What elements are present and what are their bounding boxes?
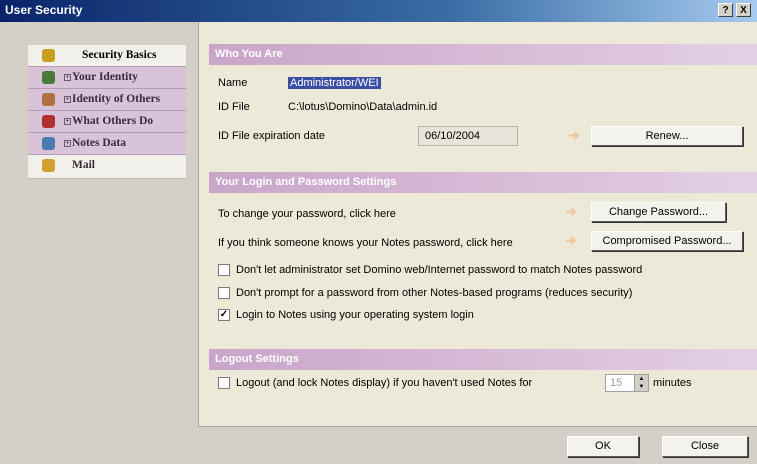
arrow-icon: ➜ — [568, 127, 580, 143]
expiration-label: ID File expiration date — [218, 130, 325, 142]
minutes-label: minutes — [653, 377, 692, 389]
checkbox-no-prompt-other-programs[interactable] — [218, 287, 230, 299]
key-icon — [42, 49, 55, 62]
checkbox-label: Don't prompt for a password from other N… — [236, 287, 633, 299]
section-logout-settings: Logout Settings — [209, 349, 757, 370]
section-login-password: Your Login and Password Settings — [209, 172, 757, 193]
sidebar-item-what-others-do[interactable]: + What Others Do — [28, 111, 186, 133]
close-button[interactable]: Close — [662, 436, 748, 457]
expand-icon[interactable]: + — [64, 74, 71, 81]
section-title: Logout Settings — [215, 353, 299, 365]
arrow-icon: ➜ — [565, 203, 577, 219]
checkbox-no-admin-web-password[interactable] — [218, 264, 230, 276]
ok-button[interactable]: OK — [567, 436, 639, 457]
database-icon — [42, 137, 55, 150]
expand-icon[interactable]: + — [64, 140, 71, 147]
sidebar-item-your-identity[interactable]: + Your Identity — [28, 67, 186, 89]
checkbox-logout-idle[interactable] — [218, 377, 230, 389]
badge-icon — [42, 71, 55, 84]
sidebar-item-security-basics[interactable]: Security Basics — [28, 45, 186, 67]
mail-icon — [42, 159, 55, 172]
idfile-value: C:\lotus\Domino\Data\admin.id — [288, 101, 438, 113]
arrow-icon: ➜ — [565, 232, 577, 248]
sidebar-item-notes-data[interactable]: + Notes Data — [28, 133, 186, 155]
sidebar-item-label: Identity of Others — [72, 93, 161, 105]
sidebar-item-label: What Others Do — [72, 115, 154, 127]
window-title: User Security — [5, 3, 83, 17]
checkbox-label: Logout (and lock Notes display) if you h… — [236, 377, 533, 389]
expiration-field: 06/10/2004 — [418, 126, 518, 146]
sidebar-item-label: Notes Data — [72, 137, 126, 149]
section-title: Your Login and Password Settings — [215, 176, 397, 188]
people-icon — [42, 93, 55, 106]
change-password-button[interactable]: Change Password... — [591, 202, 726, 222]
checkbox-os-login[interactable]: ✓ — [218, 309, 230, 321]
section-who-you-are: Who You Are — [209, 44, 757, 65]
minutes-value: 15 — [610, 377, 623, 389]
sidebar-item-identity-of-others[interactable]: + Identity of Others — [28, 89, 186, 111]
help-icon[interactable]: ? — [718, 3, 733, 17]
minutes-stepper[interactable]: 15 ▲ ▼ — [605, 374, 649, 392]
idfile-label: ID File — [218, 101, 250, 113]
sidebar-item-mail[interactable]: Mail — [28, 155, 186, 179]
name-value: Administrator/WEI — [288, 77, 381, 89]
expand-icon[interactable]: + — [64, 96, 71, 103]
checkbox-label: Login to Notes using your operating syst… — [236, 309, 474, 321]
sidebar-item-label: Security Basics — [82, 49, 157, 61]
sidebar-item-label: Mail — [72, 159, 95, 171]
close-icon[interactable]: X — [736, 3, 751, 17]
stepper-arrows-icon[interactable]: ▲ ▼ — [634, 375, 648, 391]
sidebar-item-label: Your Identity — [72, 71, 138, 83]
expand-icon[interactable]: + — [64, 118, 71, 125]
name-value-text: Administrator/WEI — [288, 77, 381, 89]
shield-icon — [42, 115, 55, 128]
compromised-text: If you think someone knows your Notes pa… — [218, 237, 513, 249]
change-password-text: To change your password, click here — [218, 208, 396, 220]
sidebar: Security Basics + Your Identity + Identi… — [28, 45, 186, 210]
compromised-password-button[interactable]: Compromised Password... — [591, 231, 743, 251]
section-title: Who You Are — [215, 48, 283, 60]
title-bar: User Security ? X — [0, 0, 757, 22]
renew-button[interactable]: Renew... — [591, 126, 743, 146]
checkbox-label: Don't let administrator set Domino web/I… — [236, 264, 643, 276]
name-label: Name — [218, 77, 248, 89]
